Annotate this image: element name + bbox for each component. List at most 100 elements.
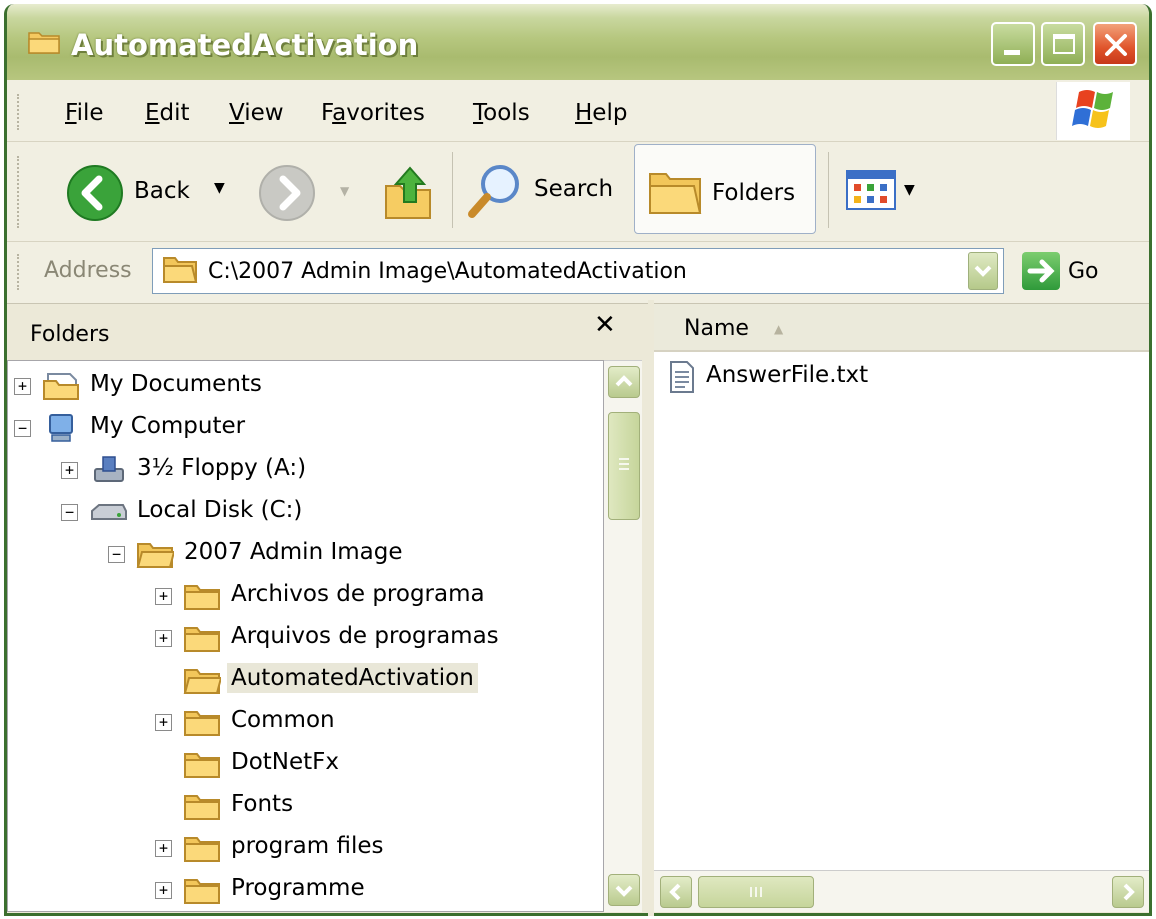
views-dropdown-icon[interactable]: ▼ xyxy=(904,182,915,198)
views-icon[interactable] xyxy=(846,170,896,210)
tree-node[interactable]: + program files xyxy=(8,831,598,867)
chevron-down-icon xyxy=(615,885,633,897)
title-bar[interactable]: AutomatedActivation xyxy=(7,4,1149,80)
menu-tools[interactable]: Tools xyxy=(473,100,530,126)
toolbar-separator xyxy=(828,152,829,228)
tree-node-label[interactable]: Programme xyxy=(227,873,369,903)
scroll-right-button[interactable] xyxy=(1112,876,1144,908)
tree-node-label[interactable]: DotNetFx xyxy=(227,747,343,777)
scroll-down-button[interactable] xyxy=(608,874,640,906)
back-arrow-icon[interactable] xyxy=(66,164,124,222)
tree-node[interactable]: DotNetFx xyxy=(8,747,598,783)
toolbar-separator xyxy=(452,152,453,228)
tree-node[interactable]: + Common xyxy=(8,705,598,741)
grip-lines-icon xyxy=(750,887,762,897)
tree-scroll-thumb[interactable] xyxy=(608,412,640,520)
tree-node-label[interactable]: AutomatedActivation xyxy=(227,663,478,693)
back-button[interactable]: Back xyxy=(134,178,190,204)
expand-icon[interactable]: + xyxy=(155,840,172,857)
menu-favorites[interactable]: Favorites xyxy=(321,100,425,126)
column-header-name[interactable]: Name xyxy=(684,316,749,341)
maximize-icon xyxy=(1053,34,1075,54)
folders-pane-title: Folders xyxy=(30,322,110,347)
collapse-icon[interactable]: − xyxy=(61,504,78,521)
tree-node[interactable]: +3½ Floppy (A:) xyxy=(8,453,598,489)
folder-icon xyxy=(184,627,220,652)
tree-node-label[interactable]: 3½ Floppy (A:) xyxy=(133,453,310,483)
back-dropdown-icon[interactable]: ▼ xyxy=(214,180,225,196)
forward-dropdown-icon: ▼ xyxy=(340,184,350,198)
my-documents-icon xyxy=(43,373,79,400)
go-arrow-icon xyxy=(1027,259,1055,283)
folder-window-icon xyxy=(28,32,60,54)
search-icon[interactable] xyxy=(464,160,526,222)
windows-flag-icon xyxy=(1072,90,1113,128)
tree-node-label[interactable]: program files xyxy=(227,831,388,861)
file-list xyxy=(654,352,1149,870)
expand-icon[interactable]: + xyxy=(61,462,78,479)
up-folder-icon[interactable] xyxy=(380,160,438,222)
folder-icon xyxy=(184,879,220,904)
tree-node-label[interactable]: My Computer xyxy=(86,411,249,441)
text-file-icon[interactable] xyxy=(668,360,696,394)
expand-icon[interactable]: + xyxy=(155,714,172,731)
hard-disk-icon xyxy=(91,504,127,520)
search-button[interactable]: Search xyxy=(534,176,613,202)
address-folder-icon xyxy=(163,257,198,283)
minimize-icon xyxy=(1004,50,1020,55)
expand-icon[interactable]: + xyxy=(155,630,172,647)
collapse-icon[interactable]: − xyxy=(14,420,31,437)
menu-bar: File Edit View Favorites Tools Help xyxy=(7,80,1149,142)
tree-node-label[interactable]: Arquivos de programas xyxy=(227,621,503,651)
menu-view[interactable]: View xyxy=(229,100,284,126)
tree-node[interactable]: + My Documents xyxy=(8,369,598,405)
scroll-up-button[interactable] xyxy=(608,366,640,398)
folder-icon xyxy=(184,711,220,736)
tree-node[interactable]: AutomatedActivation xyxy=(8,663,598,699)
expand-icon[interactable]: + xyxy=(155,882,172,899)
grip-lines-icon xyxy=(619,458,629,470)
chevron-down-icon xyxy=(974,265,992,277)
address-value[interactable]: C:\2007 Admin Image\AutomatedActivation xyxy=(208,259,687,284)
folder-tree: + My Documents − My Computer +3½ Floppy (A:)… xyxy=(7,360,604,912)
menu-file[interactable]: File xyxy=(65,100,104,126)
minimize-button[interactable] xyxy=(991,22,1035,66)
menu-help[interactable]: Help xyxy=(575,100,627,126)
folder-open-icon xyxy=(136,543,174,568)
tree-node[interactable]: + Archivos de programa xyxy=(8,579,598,615)
tree-node-label[interactable]: My Documents xyxy=(86,369,266,399)
folder-open-icon xyxy=(183,669,221,694)
close-icon[interactable]: ✕ xyxy=(594,310,616,340)
tree-node[interactable]: + Arquivos de programas xyxy=(8,621,598,657)
address-grip[interactable] xyxy=(17,254,20,290)
file-list-scroll-thumb[interactable] xyxy=(698,876,814,908)
toolbar-grip[interactable] xyxy=(17,156,20,228)
forward-arrow-icon[interactable] xyxy=(258,164,316,222)
scroll-left-button[interactable] xyxy=(660,876,692,908)
tree-node-label[interactable]: Common xyxy=(227,705,339,735)
floppy-drive-icon xyxy=(94,456,124,482)
folder-icon xyxy=(184,753,220,778)
expand-icon[interactable]: + xyxy=(14,378,31,395)
tree-node[interactable]: Fonts xyxy=(8,789,598,825)
menu-edit[interactable]: Edit xyxy=(145,100,190,126)
go-button[interactable] xyxy=(1022,252,1060,290)
tree-node[interactable]: − 2007 Admin Image xyxy=(8,537,598,573)
tree-node-label[interactable]: 2007 Admin Image xyxy=(180,537,407,567)
close-icon xyxy=(1105,34,1127,56)
tree-node[interactable]: − Local Disk (C:) xyxy=(8,495,598,531)
tree-node-label[interactable]: Archivos de programa xyxy=(227,579,489,609)
tree-node-label[interactable]: Fonts xyxy=(227,789,297,819)
file-item[interactable]: AnswerFile.txt xyxy=(706,362,868,388)
chevron-up-icon xyxy=(615,375,633,387)
tree-node[interactable]: + Programme xyxy=(8,873,598,909)
menu-grip[interactable] xyxy=(17,94,20,130)
address-dropdown-button[interactable] xyxy=(968,252,998,290)
maximize-button[interactable] xyxy=(1041,22,1085,66)
tree-node-label[interactable]: Local Disk (C:) xyxy=(133,495,306,525)
collapse-icon[interactable]: − xyxy=(108,546,125,563)
close-button[interactable] xyxy=(1093,22,1137,66)
go-label[interactable]: Go xyxy=(1068,259,1099,284)
tree-node[interactable]: − My Computer xyxy=(8,411,598,447)
expand-icon[interactable]: + xyxy=(155,588,172,605)
